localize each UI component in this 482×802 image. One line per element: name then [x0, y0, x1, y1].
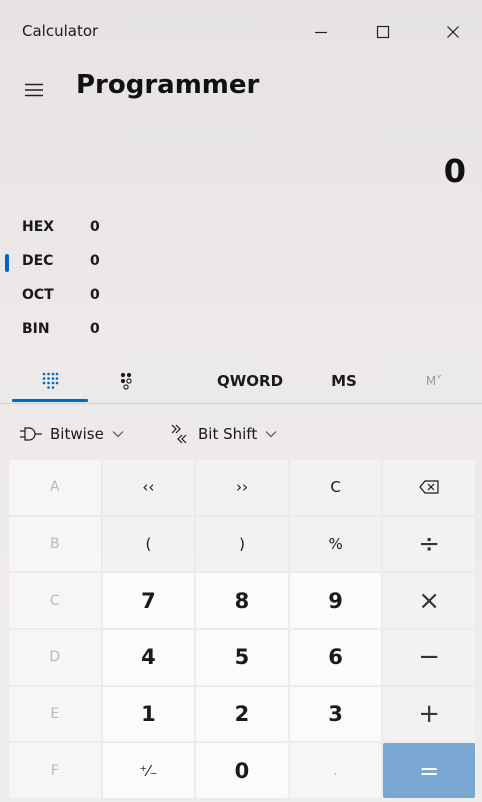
radix-value: 0: [90, 219, 100, 235]
key-add[interactable]: +: [383, 686, 475, 742]
key-hex-f[interactable]: F: [9, 743, 101, 798]
bit-shift-dropdown[interactable]: Bit Shift: [168, 418, 277, 450]
key-right-shift[interactable]: ››: [196, 460, 288, 515]
key-7[interactable]: 7: [102, 573, 195, 628]
key-1[interactable]: 1: [102, 686, 195, 742]
radix-label: DEC: [22, 253, 54, 269]
memory-view-button[interactable]: M˅: [404, 362, 464, 400]
key-4[interactable]: 4: [102, 630, 195, 685]
logic-gate-icon: [20, 426, 42, 442]
selected-indicator: [5, 254, 9, 272]
key-close-paren[interactable]: ): [196, 516, 288, 572]
key-9[interactable]: 9: [289, 573, 382, 628]
toolbar-divider: [0, 403, 482, 404]
close-button[interactable]: [428, 10, 478, 54]
key-equals[interactable]: =: [383, 743, 475, 798]
key-modulo[interactable]: %: [289, 516, 382, 572]
app-title: Calculator: [22, 22, 99, 40]
key-0[interactable]: 0: [196, 743, 288, 798]
key-open-paren[interactable]: (: [102, 516, 195, 572]
word-size-button[interactable]: QWORD: [196, 362, 304, 400]
radix-row-oct[interactable]: OCT 0: [0, 280, 482, 312]
radix-value: 0: [90, 287, 100, 303]
key-hex-c[interactable]: C: [9, 573, 101, 628]
key-3[interactable]: 3: [289, 686, 382, 742]
key-hex-d[interactable]: D: [9, 630, 101, 685]
result-display: 0: [443, 152, 466, 190]
minimize-button[interactable]: [296, 10, 346, 54]
radix-value: 0: [90, 321, 100, 337]
key-decimal[interactable]: .: [289, 743, 382, 798]
radix-label: OCT: [22, 287, 54, 303]
memory-store-button[interactable]: MS: [310, 362, 378, 400]
key-clear[interactable]: C: [289, 460, 382, 515]
key-2[interactable]: 2: [196, 686, 288, 742]
key-hex-b[interactable]: B: [9, 516, 101, 572]
bit-shift-icon: [168, 424, 190, 444]
key-8[interactable]: 8: [196, 573, 288, 628]
key-left-shift[interactable]: ‹‹: [102, 460, 195, 515]
radix-label: BIN: [22, 321, 50, 337]
maximize-icon: [376, 25, 390, 39]
title-bar: Calculator: [0, 0, 482, 62]
key-negate[interactable]: ⁺⁄₋: [102, 743, 195, 798]
full-keypad-tab[interactable]: [12, 362, 88, 402]
keypad: A ‹‹ ›› C B ( ) % ÷ C 7 8 9 × D 4 5 6 − …: [9, 460, 475, 798]
minimize-icon: [315, 31, 327, 34]
radix-row-hex[interactable]: HEX 0: [0, 212, 482, 244]
radix-value: 0: [90, 253, 100, 269]
navigation-menu-button[interactable]: [14, 72, 54, 108]
keypad-toolbar: QWORD MS M˅: [0, 362, 482, 402]
key-divide[interactable]: ÷: [383, 516, 475, 572]
key-6[interactable]: 6: [289, 630, 382, 685]
bitwise-label: Bitwise: [50, 425, 104, 443]
backspace-icon: [419, 480, 439, 494]
chevron-down-icon: [112, 430, 124, 438]
operator-dropdowns: Bitwise Bit Shift: [0, 410, 482, 456]
bit-toggling-keypad-tab[interactable]: [98, 362, 154, 400]
hamburger-menu-icon: [25, 83, 43, 97]
key-hex-a[interactable]: A: [9, 460, 101, 515]
active-tab-indicator: [12, 399, 88, 402]
bit-toggle-icon: [120, 372, 132, 390]
bit-shift-label: Bit Shift: [198, 425, 258, 443]
key-hex-e[interactable]: E: [9, 686, 101, 742]
key-backspace[interactable]: [383, 460, 475, 515]
key-multiply[interactable]: ×: [383, 573, 475, 628]
radix-row-dec[interactable]: DEC 0: [0, 246, 482, 278]
chevron-down-icon: [265, 430, 277, 438]
calculator-window: Calculator Programmer 0 HEX 0 DEC 0 OCT …: [0, 0, 482, 802]
bitwise-dropdown[interactable]: Bitwise: [20, 418, 124, 450]
maximize-button[interactable]: [358, 10, 408, 54]
radix-row-bin[interactable]: BIN 0: [0, 314, 482, 346]
radix-label: HEX: [22, 219, 55, 235]
mode-title: Programmer: [76, 70, 260, 100]
key-subtract[interactable]: −: [383, 630, 475, 685]
close-icon: [447, 26, 459, 38]
full-keypad-icon: [42, 372, 59, 389]
key-5[interactable]: 5: [196, 630, 288, 685]
